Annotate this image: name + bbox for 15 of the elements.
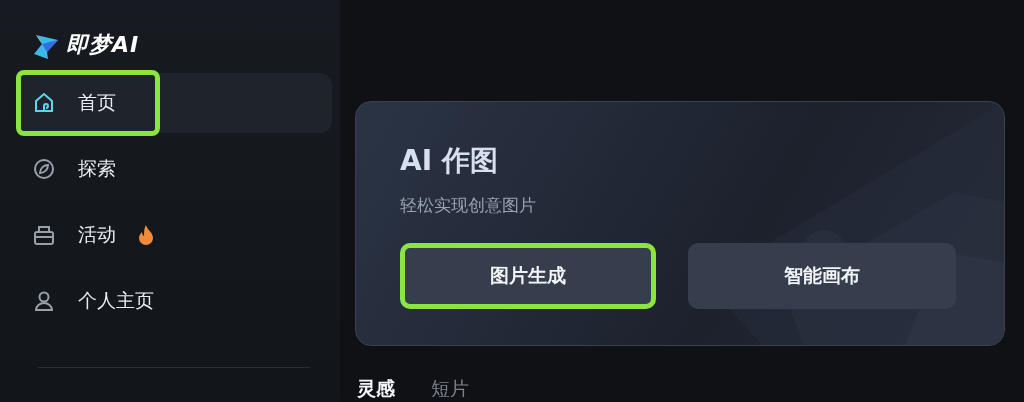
card-title: AI 作图 — [400, 143, 499, 179]
sidebar-item[interactable]: 活动 — [16, 205, 332, 265]
home-icon — [32, 91, 56, 115]
sidebar-item[interactable]: 个人主页 — [16, 271, 332, 331]
tab[interactable]: 短片 — [431, 376, 469, 402]
logo-text: 即梦AI — [66, 31, 140, 59]
card-subtitle: 轻松实现创意图片 — [400, 194, 537, 217]
tab[interactable]: 灵感 — [357, 376, 395, 402]
action-button[interactable]: 图片生成 — [400, 243, 656, 309]
action-button[interactable]: 智能画布 — [688, 243, 956, 309]
gift-box-icon — [32, 223, 56, 247]
user-icon — [32, 289, 56, 313]
leaf-circle-icon — [32, 157, 56, 181]
sidebar-item[interactable]: 首页 — [16, 73, 332, 133]
sidebar-item[interactable]: 探索 — [16, 139, 332, 199]
